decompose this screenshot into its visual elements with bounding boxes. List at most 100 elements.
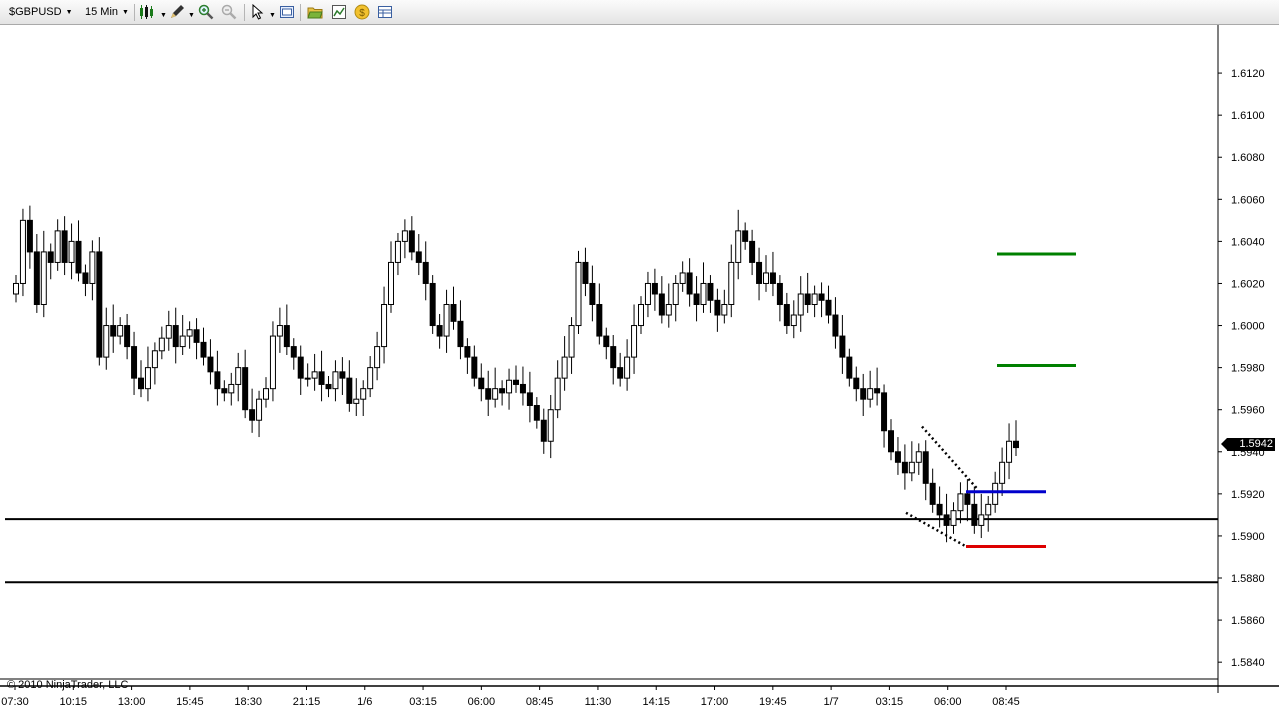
instrument-selector[interactable]: $GBPUSD ▼ xyxy=(6,3,76,22)
candle-body xyxy=(582,261,589,284)
y-tick-label: 1.5980 xyxy=(1231,363,1265,375)
candle-body xyxy=(665,304,672,316)
cursor-arrow-icon[interactable] xyxy=(250,4,266,20)
chevron-down-icon[interactable]: ▼ xyxy=(160,6,167,25)
candle-body xyxy=(450,304,457,322)
x-tick-label: 13:00 xyxy=(118,696,146,708)
candle-body xyxy=(457,320,464,348)
candle-body xyxy=(207,356,214,373)
candle-body xyxy=(888,430,894,453)
zoom-in-icon[interactable] xyxy=(198,4,214,20)
candle-body xyxy=(117,325,124,337)
y-tick-label: 1.5860 xyxy=(1231,615,1265,627)
currency-coin-icon[interactable]: $ xyxy=(354,4,370,20)
zoom-out-icon[interactable] xyxy=(221,4,237,20)
candle-body xyxy=(33,251,40,306)
candle-body xyxy=(443,304,450,337)
x-tick-label: 21:15 xyxy=(293,696,321,708)
candle-body xyxy=(221,388,228,394)
candle-body xyxy=(263,388,269,400)
candle-body xyxy=(318,371,325,385)
chevron-down-icon[interactable]: ▼ xyxy=(188,6,195,25)
candle-body xyxy=(936,503,943,516)
candle-body xyxy=(1006,440,1013,463)
y-tick-label: 1.6120 xyxy=(1231,68,1265,80)
candle-body xyxy=(957,493,964,512)
y-tick-label: 1.6080 xyxy=(1231,152,1265,164)
candlestick-chart[interactable]: 1.6120 1.6100 1.6080 1.6060 1.6040 1.6020 1.60… xyxy=(0,25,1279,719)
candle-body xyxy=(769,272,776,284)
x-tick-label: 03:15 xyxy=(409,696,437,708)
candle-body xyxy=(589,282,596,306)
candle-body xyxy=(478,377,485,390)
y-tick-label: 1.5900 xyxy=(1231,531,1265,543)
candle-body xyxy=(561,356,568,379)
chevron-down-icon: ▼ xyxy=(122,9,129,16)
candle-body xyxy=(158,337,165,352)
y-tick-label: 1.6100 xyxy=(1231,110,1265,122)
candle-body xyxy=(26,219,33,253)
chart-data-icon[interactable] xyxy=(331,4,347,20)
candlestick-style-icon[interactable] xyxy=(139,4,155,20)
candle-body xyxy=(700,282,707,306)
candle-body xyxy=(388,261,394,306)
candle-body xyxy=(526,392,533,406)
candle-body xyxy=(374,346,381,369)
candle-body xyxy=(311,371,318,379)
drawing-pencil-icon[interactable] xyxy=(169,4,185,20)
candle-body xyxy=(401,230,408,242)
candle-body xyxy=(513,379,519,385)
candle-body xyxy=(353,398,360,404)
candle-body xyxy=(686,272,693,295)
candle-body xyxy=(47,251,54,263)
last-price-marker: 1.5942 xyxy=(1221,438,1275,451)
candle-body xyxy=(929,482,936,505)
candle-body xyxy=(707,282,714,301)
candle-body xyxy=(624,356,631,379)
candle-body xyxy=(985,503,992,516)
folder-icon[interactable] xyxy=(307,4,323,20)
candle-body xyxy=(214,371,221,390)
candle-body xyxy=(346,377,353,404)
candle-body xyxy=(304,377,311,380)
x-tick-label: 14:15 xyxy=(642,696,670,708)
candle-body xyxy=(603,335,610,348)
candle-body xyxy=(283,325,290,348)
y-tick-label: 1.6020 xyxy=(1231,278,1265,290)
candle-body xyxy=(881,392,888,432)
candle-body xyxy=(325,383,332,390)
candle-body xyxy=(721,304,728,316)
candle-body xyxy=(804,293,811,306)
candle-body xyxy=(235,367,242,385)
chevron-down-icon[interactable]: ▼ xyxy=(269,6,276,25)
candle-body xyxy=(408,230,415,253)
interval-selector[interactable]: 15 Min ▼ xyxy=(82,3,132,22)
instrument-label: $GBPUSD xyxy=(9,6,62,18)
candle-body xyxy=(651,282,658,295)
candle-body xyxy=(679,272,686,284)
properties-icon[interactable] xyxy=(279,4,295,20)
candle-body xyxy=(165,325,172,339)
candle-body xyxy=(1013,440,1019,449)
candle-body xyxy=(228,383,235,394)
x-tick-label: 07:30 xyxy=(1,696,29,708)
candle-body xyxy=(256,398,263,421)
price-chart[interactable]: 1.6120 1.6100 1.6080 1.6060 1.6040 1.6020 1.60… xyxy=(0,25,1279,719)
candle-body xyxy=(735,230,742,263)
candle-body xyxy=(13,282,19,295)
candle-body xyxy=(908,461,915,474)
candle-body xyxy=(790,314,797,327)
candle-body xyxy=(617,367,624,379)
y-tick-label: 1.5840 xyxy=(1231,657,1265,669)
candle-body xyxy=(422,261,429,284)
candle-body xyxy=(832,314,839,337)
candle-body xyxy=(846,356,853,379)
candle-body xyxy=(839,335,846,358)
data-box-icon[interactable] xyxy=(377,4,393,20)
candle-body xyxy=(575,261,582,327)
candle-body xyxy=(394,240,401,263)
x-tick-label: 19:45 xyxy=(759,696,787,708)
candle-body xyxy=(75,240,82,274)
candle-body xyxy=(381,304,388,348)
x-tick-label: 15:45 xyxy=(176,696,204,708)
